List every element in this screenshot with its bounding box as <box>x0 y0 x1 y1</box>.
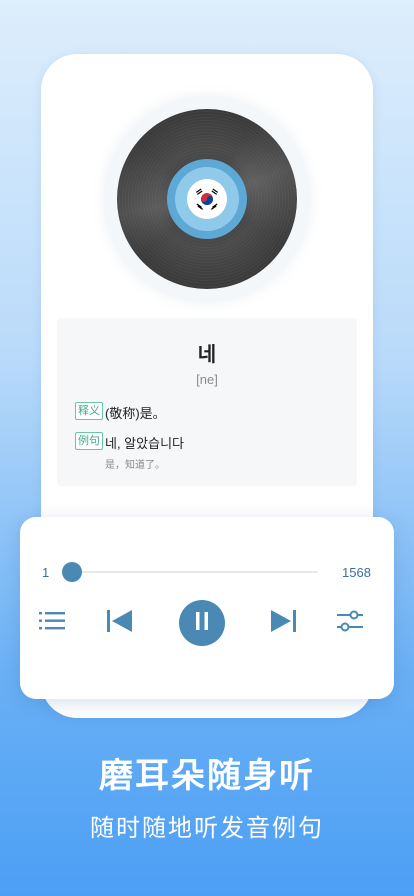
promo-subline: 随时随地听发音例句 <box>90 815 324 842</box>
record-label <box>167 159 247 239</box>
word-phonetic: [ne] <box>196 372 218 387</box>
korea-flag-icon <box>187 179 227 219</box>
next-button[interactable] <box>263 603 303 643</box>
progress-total: 1568 <box>342 565 371 580</box>
list-icon <box>39 610 65 637</box>
example-translation: 是，知道了。 <box>105 460 165 471</box>
example-tag: 例句 <box>75 432 103 450</box>
audio-player: 1 1568 <box>20 517 394 699</box>
promo-headline: 磨耳朵随身听 <box>99 757 315 795</box>
definition-tag: 释义 <box>75 402 103 420</box>
settings-button[interactable] <box>330 603 370 643</box>
example-text: 네, 알았습니다 <box>105 436 184 451</box>
settings-sliders-icon <box>336 609 364 638</box>
previous-button[interactable] <box>100 603 140 643</box>
word-panel: 네 [ne] 释义 (敬称)是。 例句 네, 알았습니다 是，知道了。 <box>57 318 357 486</box>
progress-knob[interactable] <box>62 562 82 582</box>
progress-current: 1 <box>42 565 50 580</box>
definition-text: (敬称)是。 <box>105 406 166 421</box>
pause-button[interactable] <box>179 600 225 646</box>
previous-icon <box>107 609 133 638</box>
pause-icon <box>194 611 210 636</box>
vinyl-record[interactable] <box>117 109 297 289</box>
next-icon <box>270 609 296 638</box>
progress-track[interactable] <box>72 571 318 573</box>
playlist-button[interactable] <box>32 603 72 643</box>
word-title: 네 <box>197 344 217 366</box>
